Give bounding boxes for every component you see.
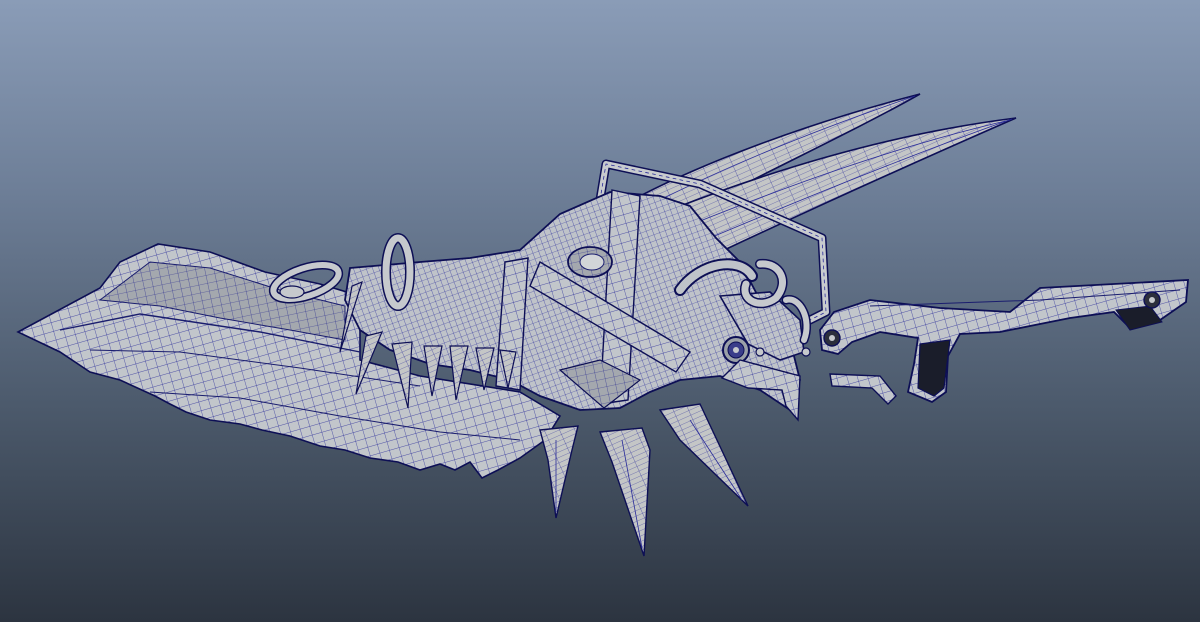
guard-hook[interactable] (720, 359, 897, 422)
maya-viewport[interactable] (0, 0, 1200, 622)
bottom-spikes[interactable] (539, 403, 749, 557)
wireframe-sword-model[interactable] (0, 0, 1200, 622)
